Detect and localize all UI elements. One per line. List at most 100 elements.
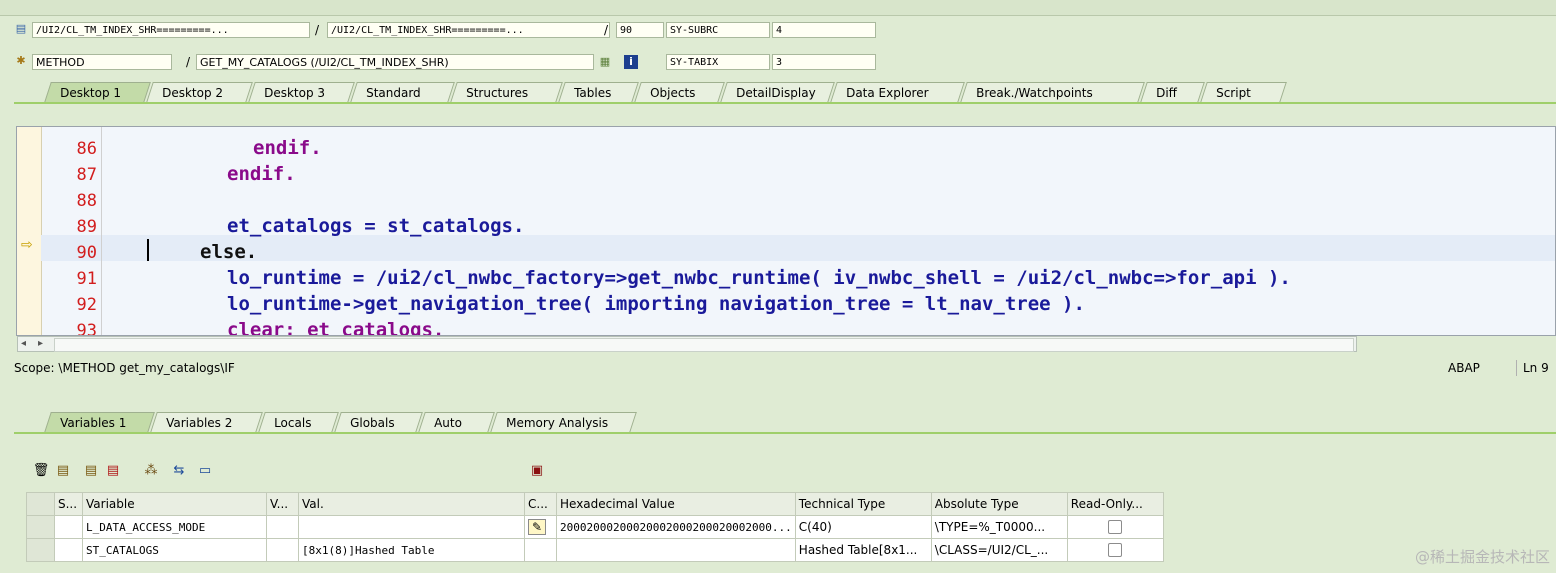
- column-header-variable[interactable]: Variable: [82, 492, 267, 516]
- sysfield-label-1[interactable]: SY-SUBRC: [666, 22, 770, 38]
- line-field[interactable]: 90: [616, 22, 664, 38]
- info-icon[interactable]: i: [624, 55, 638, 69]
- line-number: 92: [76, 295, 97, 315]
- event-type-field[interactable]: METHOD: [32, 54, 172, 70]
- editor-horizontal-scrollbar[interactable]: ◂ ▸: [17, 336, 1357, 352]
- tab-memory-analysis[interactable]: Memory Analysis: [490, 412, 637, 433]
- absolute-type-cell[interactable]: \TYPE=%_T0000...: [930, 515, 1068, 539]
- table-header-row: S... Variable V... Val. C... Hexadecimal…: [26, 492, 1164, 516]
- export-icon[interactable]: ▤: [82, 463, 100, 479]
- variables-tab-strip: Variables 1 Variables 2 Locals Globals A…: [44, 412, 664, 434]
- tab-diff[interactable]: Diff: [1140, 82, 1205, 103]
- v-cell: [266, 515, 299, 539]
- tab-locals[interactable]: Locals: [258, 412, 339, 433]
- row-selector[interactable]: [26, 538, 55, 562]
- change-cell[interactable]: ✎: [524, 515, 557, 539]
- technical-type-cell: C(40): [794, 515, 932, 539]
- code-line-89: et_catalogs = st_catalogs.: [227, 215, 525, 237]
- tab-underline: [14, 432, 1556, 434]
- save-icon[interactable]: ▣: [528, 463, 546, 479]
- value-cell[interactable]: [8x1(8)]Hashed Table: [298, 538, 525, 562]
- tab-globals[interactable]: Globals: [334, 412, 423, 433]
- scroll-left-icon[interactable]: ◂: [21, 338, 26, 349]
- tab-structures[interactable]: Structures: [450, 82, 563, 103]
- separator: /: [186, 55, 191, 69]
- save-layout-icon[interactable]: ▤: [104, 463, 122, 479]
- code-line-86: endif.: [253, 137, 322, 159]
- separator: /: [315, 23, 320, 37]
- hierarchy-icon[interactable]: ▦: [598, 55, 612, 69]
- event-name-field[interactable]: GET_MY_CATALOGS (/UI2/CL_TM_INDEX_SHR): [196, 54, 594, 70]
- line-number: 89: [76, 217, 97, 237]
- column-header-change[interactable]: C...: [524, 492, 557, 516]
- read-only-checkbox: [1108, 543, 1123, 558]
- status-cell: [54, 515, 83, 539]
- technical-type-cell: Hashed Table[8x1...: [794, 538, 932, 562]
- row-selector[interactable]: [26, 515, 55, 539]
- tab-variables-2[interactable]: Variables 2: [150, 412, 263, 433]
- table-row[interactable]: ST_CATALOGS [8x1(8)]Hashed Table Hashed …: [26, 538, 1164, 562]
- line-number: 88: [76, 191, 97, 211]
- scroll-thumb[interactable]: [54, 338, 1354, 352]
- absolute-type-cell[interactable]: \CLASS=/UI2/CL_...: [930, 538, 1068, 562]
- tab-desktop-2[interactable]: Desktop 2: [146, 82, 253, 103]
- tab-data-explorer[interactable]: Data Explorer: [830, 82, 965, 103]
- variable-cell[interactable]: L_DATA_ACCESS_MODE: [82, 515, 267, 539]
- scope-label: Scope: \METHOD get_my_catalogs\IF: [14, 361, 235, 375]
- variable-cell[interactable]: ST_CATALOGS: [82, 538, 267, 562]
- value-cell[interactable]: [298, 515, 525, 539]
- tab-break-watchpoints[interactable]: Break./Watchpoints: [960, 82, 1145, 103]
- sysfield-value-2[interactable]: 3: [772, 54, 876, 70]
- event-icon: ✱: [16, 54, 26, 67]
- line-number: 86: [76, 139, 97, 159]
- new-tool-icon[interactable]: ▭: [196, 463, 214, 479]
- tab-desktop-3[interactable]: Desktop 3: [248, 82, 355, 103]
- tab-script[interactable]: Script: [1200, 82, 1287, 103]
- code-line-93: clear: et_catalogs.: [227, 319, 445, 336]
- status-cell: [54, 538, 83, 562]
- current-statement-arrow-icon: ⇨: [21, 237, 33, 253]
- transfer-icon[interactable]: ⇆: [170, 463, 188, 479]
- import-icon[interactable]: ▤: [54, 463, 72, 479]
- table-row[interactable]: L_DATA_ACCESS_MODE ✎ 2000200020002000200…: [26, 515, 1164, 539]
- hierarchy-icon[interactable]: ⁂: [142, 463, 160, 479]
- sysfield-label-2[interactable]: SY-TABIX: [666, 54, 770, 70]
- column-header-value[interactable]: Val.: [298, 492, 525, 516]
- column-header-s[interactable]: S...: [54, 492, 83, 516]
- code-line-92: lo_runtime->get_navigation_tree( importi…: [227, 293, 1085, 315]
- scroll-right-icon[interactable]: ▸: [38, 338, 43, 349]
- column-header-absolute-type[interactable]: Absolute Type: [930, 492, 1068, 516]
- line-number: 90: [76, 243, 97, 263]
- cursor-position: Ln 9: [1516, 360, 1549, 376]
- tab-objects[interactable]: Objects: [634, 82, 725, 103]
- tab-variables-1[interactable]: Variables 1: [44, 412, 155, 433]
- read-only-cell: [1066, 515, 1164, 539]
- program-field[interactable]: /UI2/CL_TM_INDEX_SHR=========...: [32, 22, 310, 38]
- line-number: 91: [76, 269, 97, 289]
- desktop-tab-strip: Desktop 1 Desktop 2 Desktop 3 Standard S…: [44, 82, 1544, 104]
- column-header-hex[interactable]: Hexadecimal Value: [556, 492, 796, 516]
- breakpoint-gutter[interactable]: [17, 127, 42, 335]
- fold-column: [101, 127, 130, 335]
- variables-table: S... Variable V... Val. C... Hexadecimal…: [26, 492, 1164, 562]
- watermark: @稀土掘金技术社区: [1414, 548, 1550, 566]
- tab-desktop-1[interactable]: Desktop 1: [44, 82, 151, 103]
- row-selector-header[interactable]: [26, 492, 55, 516]
- line-number: 87: [76, 165, 97, 185]
- include-field[interactable]: /UI2/CL_TM_INDEX_SHR=========...: [327, 22, 610, 38]
- text-cursor: [147, 239, 149, 261]
- sysfield-value-1[interactable]: 4: [772, 22, 876, 38]
- delete-icon[interactable]: 🗑: [32, 463, 50, 479]
- pencil-icon[interactable]: ✎: [528, 519, 546, 535]
- column-header-v[interactable]: V...: [266, 492, 299, 516]
- tab-tables[interactable]: Tables: [558, 82, 639, 103]
- program-icon[interactable]: ▤: [14, 22, 28, 36]
- column-header-technical-type[interactable]: Technical Type: [794, 492, 932, 516]
- code-line-90: else.: [200, 241, 258, 263]
- tab-auto[interactable]: Auto: [418, 412, 495, 433]
- tab-standard[interactable]: Standard: [350, 82, 455, 103]
- source-editor[interactable]: ⇨ 86 87 88 89 90 91 92 93 endif. endif. …: [16, 126, 1556, 336]
- tab-detaildisplay[interactable]: DetailDisplay: [720, 82, 835, 103]
- hex-cell[interactable]: 20002000200020002000200020002000...: [556, 515, 796, 539]
- column-header-read-only[interactable]: Read-Only...: [1066, 492, 1164, 516]
